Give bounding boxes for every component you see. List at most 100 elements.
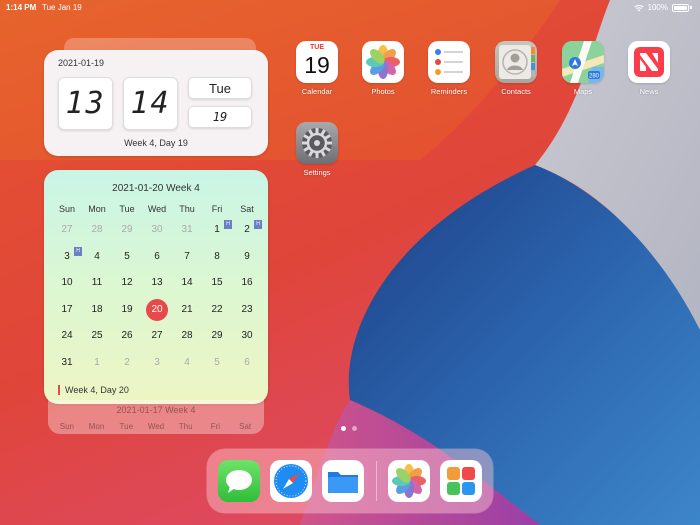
calendar-day[interactable]: 21 (172, 297, 202, 324)
calendar-icon: TUE 19 (296, 41, 338, 83)
messages-icon[interactable] (218, 460, 260, 502)
widget-stack-shadow (64, 38, 256, 52)
calendar-day[interactable]: 5 (112, 244, 142, 271)
calendar-day-number: 15 (211, 277, 223, 288)
dock-divider (376, 461, 377, 501)
calendar-day[interactable]: 15 (202, 270, 232, 297)
calendar-day-number: 27 (61, 224, 73, 235)
calendar-day[interactable]: 2 (112, 350, 142, 377)
page-indicator[interactable] (341, 426, 357, 431)
calendar-weekday-header: Tue (119, 204, 135, 214)
calendar-day[interactable]: 3 (142, 350, 172, 377)
calendar-title: 2021-01-20 Week 4 (112, 183, 200, 194)
calendar-day[interactable]: 4 (172, 350, 202, 377)
calendar-day-number: 21 (181, 303, 193, 315)
stacked-calendar-weekday: Mon (88, 422, 105, 431)
calendar-day[interactable]: 4 (82, 244, 112, 271)
calendar-day[interactable]: 28 (172, 323, 202, 350)
calendar-day[interactable]: 17 (52, 297, 82, 324)
status-date: Tue Jan 19 (42, 3, 82, 12)
calendar-day[interactable]: 13 (142, 270, 172, 297)
calendar-day[interactable]: 8 (202, 244, 232, 271)
calendar-day[interactable]: 30 (142, 217, 172, 244)
safari-icon[interactable] (270, 460, 312, 502)
app-calendar[interactable]: TUE 19 Calendar (287, 41, 347, 96)
page-dot-2[interactable] (352, 426, 357, 431)
calendar-day[interactable]: 27 (52, 217, 82, 244)
app-photos[interactable]: Photos (353, 41, 413, 96)
stacked-calendar-weekday: Thu (178, 422, 193, 431)
photos-icon[interactable] (388, 460, 430, 502)
calendar-day[interactable]: 1H (202, 217, 232, 244)
stacked-calendar-widget[interactable]: 2021-01-17 Week 4 Sun Mon Tue Wed Thu Fri Sat (48, 400, 264, 434)
calendar-day[interactable]: 25 (82, 323, 112, 350)
wifi-icon (633, 4, 644, 11)
app-library-icon[interactable] (440, 460, 482, 502)
calendar-day-number: 2 (244, 224, 250, 235)
app-reminders[interactable]: Reminders (419, 41, 479, 96)
calendar-day-number: 23 (241, 303, 253, 315)
holiday-badge-icon: H (74, 246, 82, 256)
calendar-day-number: 31 (181, 224, 193, 235)
calendar-day[interactable]: 31 (52, 350, 82, 377)
calendar-day[interactable]: 5 (202, 350, 232, 377)
calendar-widget[interactable]: 2021-01-20 Week 4 Sun Mon Tue Wed Thu Fri Sat 2… (44, 170, 268, 404)
calendar-day[interactable]: 24 (52, 323, 82, 350)
calendar-icon-day: 19 (304, 52, 330, 78)
calendar-day[interactable]: 9 (232, 244, 262, 271)
calendar-day[interactable]: 1 (82, 350, 112, 377)
calendar-day-number: 13 (151, 277, 163, 288)
files-icon[interactable] (322, 460, 364, 502)
calendar-day-number: 22 (211, 303, 223, 315)
calendar-day[interactable]: 23 (232, 297, 262, 324)
calendar-day-number: 9 (244, 250, 250, 262)
page-dot-1[interactable] (341, 426, 346, 431)
calendar-day[interactable]: 14 (172, 270, 202, 297)
news-icon (628, 41, 670, 83)
calendar-day-number: 1 (214, 224, 220, 235)
calendar-day[interactable]: 31 (172, 217, 202, 244)
dock (207, 449, 493, 513)
calendar-day-number: 31 (61, 356, 73, 368)
calendar-day[interactable]: 30 (232, 323, 262, 350)
calendar-day[interactable]: 6 (142, 244, 172, 271)
calendar-day[interactable]: 11 (82, 270, 112, 297)
app-contacts[interactable]: Contacts (486, 41, 546, 96)
calendar-day[interactable]: 3H (52, 244, 82, 271)
calendar-day-number: 16 (241, 277, 253, 288)
calendar-day[interactable]: 27 (142, 323, 172, 350)
app-maps[interactable]: 280 Maps (553, 41, 613, 96)
calendar-day[interactable]: 2H (232, 217, 262, 244)
app-settings[interactable]: Settings (287, 122, 347, 177)
clock-minute: 14 (123, 77, 178, 130)
calendar-day[interactable]: 18 (82, 297, 112, 324)
stacked-calendar-weekday: Sat (239, 422, 252, 431)
calendar-day[interactable]: 29 (112, 217, 142, 244)
calendar-day[interactable]: 7 (172, 244, 202, 271)
calendar-day[interactable]: 6 (232, 350, 262, 377)
calendar-day[interactable]: 28 (82, 217, 112, 244)
calendar-day-number: 6 (154, 250, 160, 262)
calendar-day[interactable]: 10 (52, 270, 82, 297)
calendar-day[interactable]: 12 (112, 270, 142, 297)
holiday-badge-icon: H (254, 220, 262, 229)
calendar-day-number: 19 (121, 303, 133, 315)
calendar-day[interactable]: 26 (112, 323, 142, 350)
clock-hour: 13 (58, 77, 113, 130)
calendar-day-today[interactable]: 20 (142, 297, 172, 324)
calendar-day-number: 17 (61, 303, 73, 315)
status-indicators: 100% (633, 3, 692, 12)
calendar-day-number: 28 (91, 224, 103, 235)
clock-day: 19 (188, 106, 252, 128)
calendar-day[interactable]: 19 (112, 297, 142, 324)
clock-widget[interactable]: 2021-01-19 13 14 Tue 19 Week 4, Day 19 (44, 38, 268, 156)
calendar-day-number: 29 (211, 330, 223, 341)
battery-percent: 100% (647, 3, 668, 12)
calendar-day[interactable]: 29 (202, 323, 232, 350)
calendar-day[interactable]: 16 (232, 270, 262, 297)
app-news[interactable]: News (619, 41, 679, 96)
calendar-day-number: 8 (214, 250, 220, 262)
calendar-day-number: 26 (121, 330, 133, 341)
calendar-day[interactable]: 22 (202, 297, 232, 324)
calendar-day-number: 1 (94, 356, 100, 368)
